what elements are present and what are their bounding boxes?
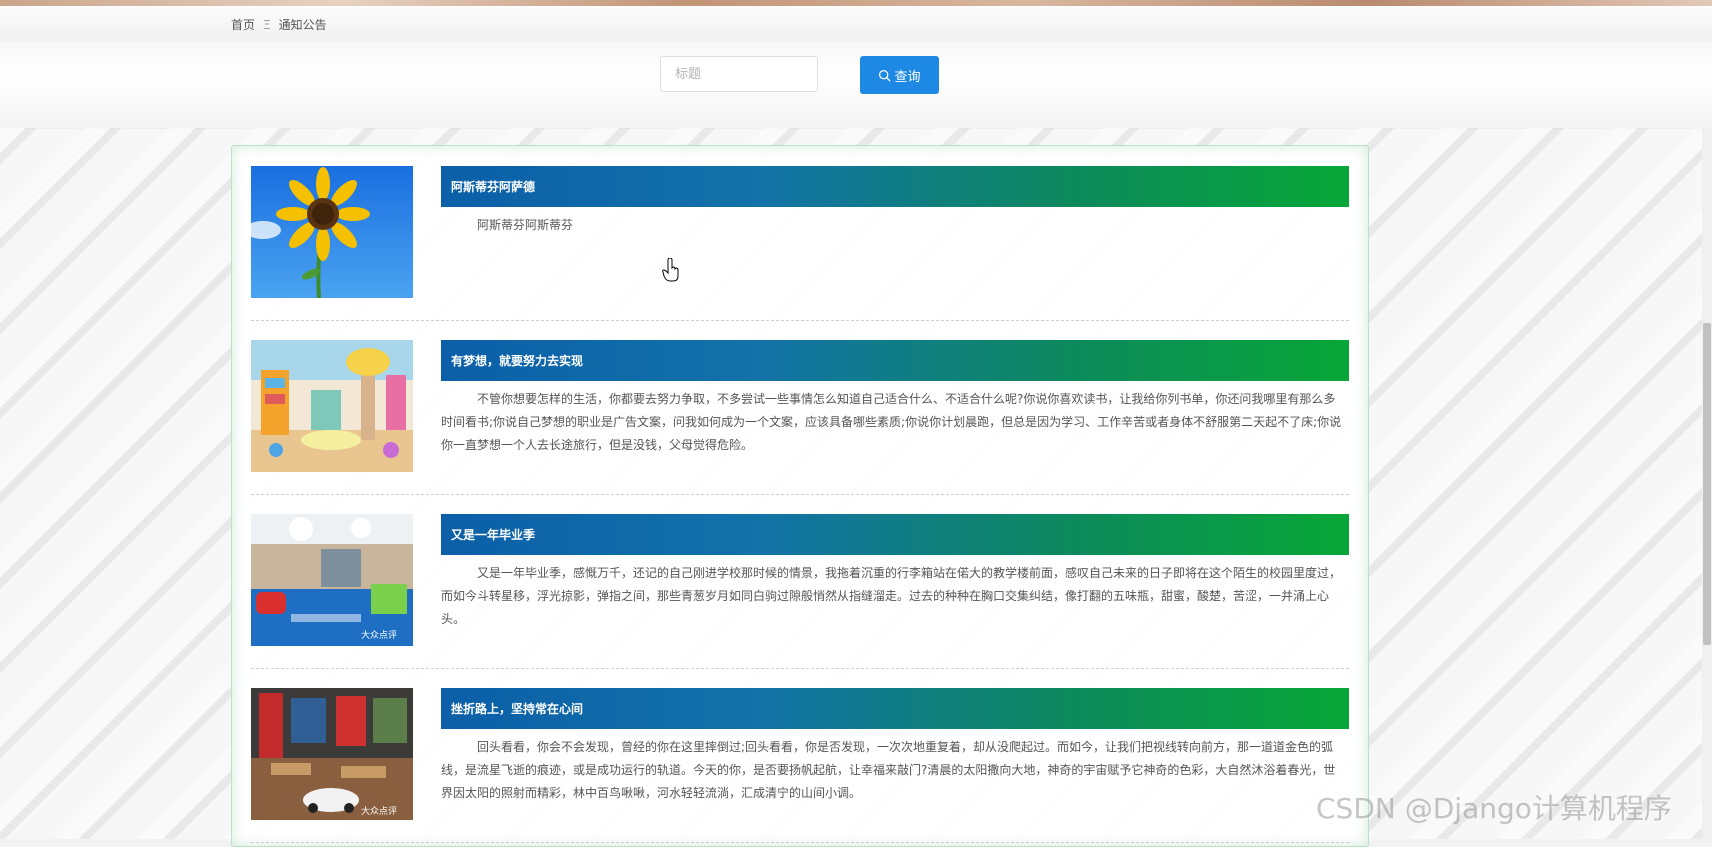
hand-pointer-icon: [662, 258, 679, 282]
notice-thumbnail[interactable]: 大众点评: [251, 514, 413, 646]
search-button-label: 查询: [894, 69, 921, 85]
scrollbar-thumb[interactable]: [1703, 323, 1711, 645]
notice-thumbnail[interactable]: 大众点评: [251, 688, 413, 820]
breadcrumb-current: 通知公告: [278, 18, 327, 32]
notice-content: 阿斯蒂芬阿斯蒂芬: [477, 218, 574, 232]
kids-playroom-image: [251, 340, 413, 472]
search-icon: [879, 69, 891, 81]
play-area-image: 大众点评: [251, 514, 413, 646]
notice-item[interactable]: 阿斯蒂芬阿萨德 阿斯蒂芬阿斯蒂芬: [251, 166, 1349, 321]
notice-title[interactable]: 有梦想，就要努力去实现: [441, 340, 1349, 381]
svg-text:大众点评: 大众点评: [361, 629, 397, 641]
classroom-image: 大众点评: [251, 688, 413, 820]
notice-thumbnail[interactable]: [251, 340, 413, 472]
watermark-text: CSDN @Django计算机程序: [1316, 792, 1672, 825]
sunflower-image: [251, 166, 413, 298]
search-button[interactable]: 查询: [860, 56, 939, 94]
notice-list: 阿斯蒂芬阿萨德 阿斯蒂芬阿斯蒂芬 有梦想，就要努力去实现 不管你想要怎样的生活，…: [231, 145, 1369, 847]
search-area: 查询: [0, 42, 1712, 129]
notice-content: 回头看看，你会不会发现，曾经的你在这里摔倒过;回头看看，你是否发现，一次次地重复…: [441, 740, 1336, 800]
notice-thumbnail[interactable]: [251, 166, 413, 298]
notice-item[interactable]: 有梦想，就要努力去实现 不管你想要怎样的生活，你都要去努力争取，不多尝试一些事情…: [251, 340, 1349, 495]
breadcrumb-bar: 首页 Ξ 通知公告: [0, 6, 1712, 43]
notice-title[interactable]: 又是一年毕业季: [441, 514, 1349, 555]
notice-content: 又是一年毕业季，感慨万千，还记的自己刚进学校那时候的情景，我拖着沉重的行李箱站在…: [441, 566, 1342, 626]
breadcrumb-separator-icon: Ξ: [263, 17, 271, 32]
breadcrumb-home-link[interactable]: 首页: [231, 16, 255, 33]
page-scrollbar[interactable]: [1702, 128, 1712, 839]
notice-content: 不管你想要怎样的生活，你都要去努力争取，不多尝试一些事情怎么知道自己适合什么、不…: [441, 392, 1342, 452]
notice-item[interactable]: 大众点评 又是一年毕业季 又是一年毕业季，感慨万千，还记的自己刚进学校那时候的情…: [251, 514, 1349, 669]
notice-item[interactable]: 大众点评 挫折路上，坚持常在心间 回头看看，你会不会发现，曾经的你在这里摔倒过;…: [251, 688, 1349, 843]
notice-title[interactable]: 挫折路上，坚持常在心间: [441, 688, 1349, 729]
svg-text:大众点评: 大众点评: [361, 805, 397, 817]
breadcrumb: 首页 Ξ 通知公告: [231, 16, 327, 33]
title-search-input[interactable]: [660, 56, 818, 92]
notice-title[interactable]: 阿斯蒂芬阿萨德: [441, 166, 1349, 207]
